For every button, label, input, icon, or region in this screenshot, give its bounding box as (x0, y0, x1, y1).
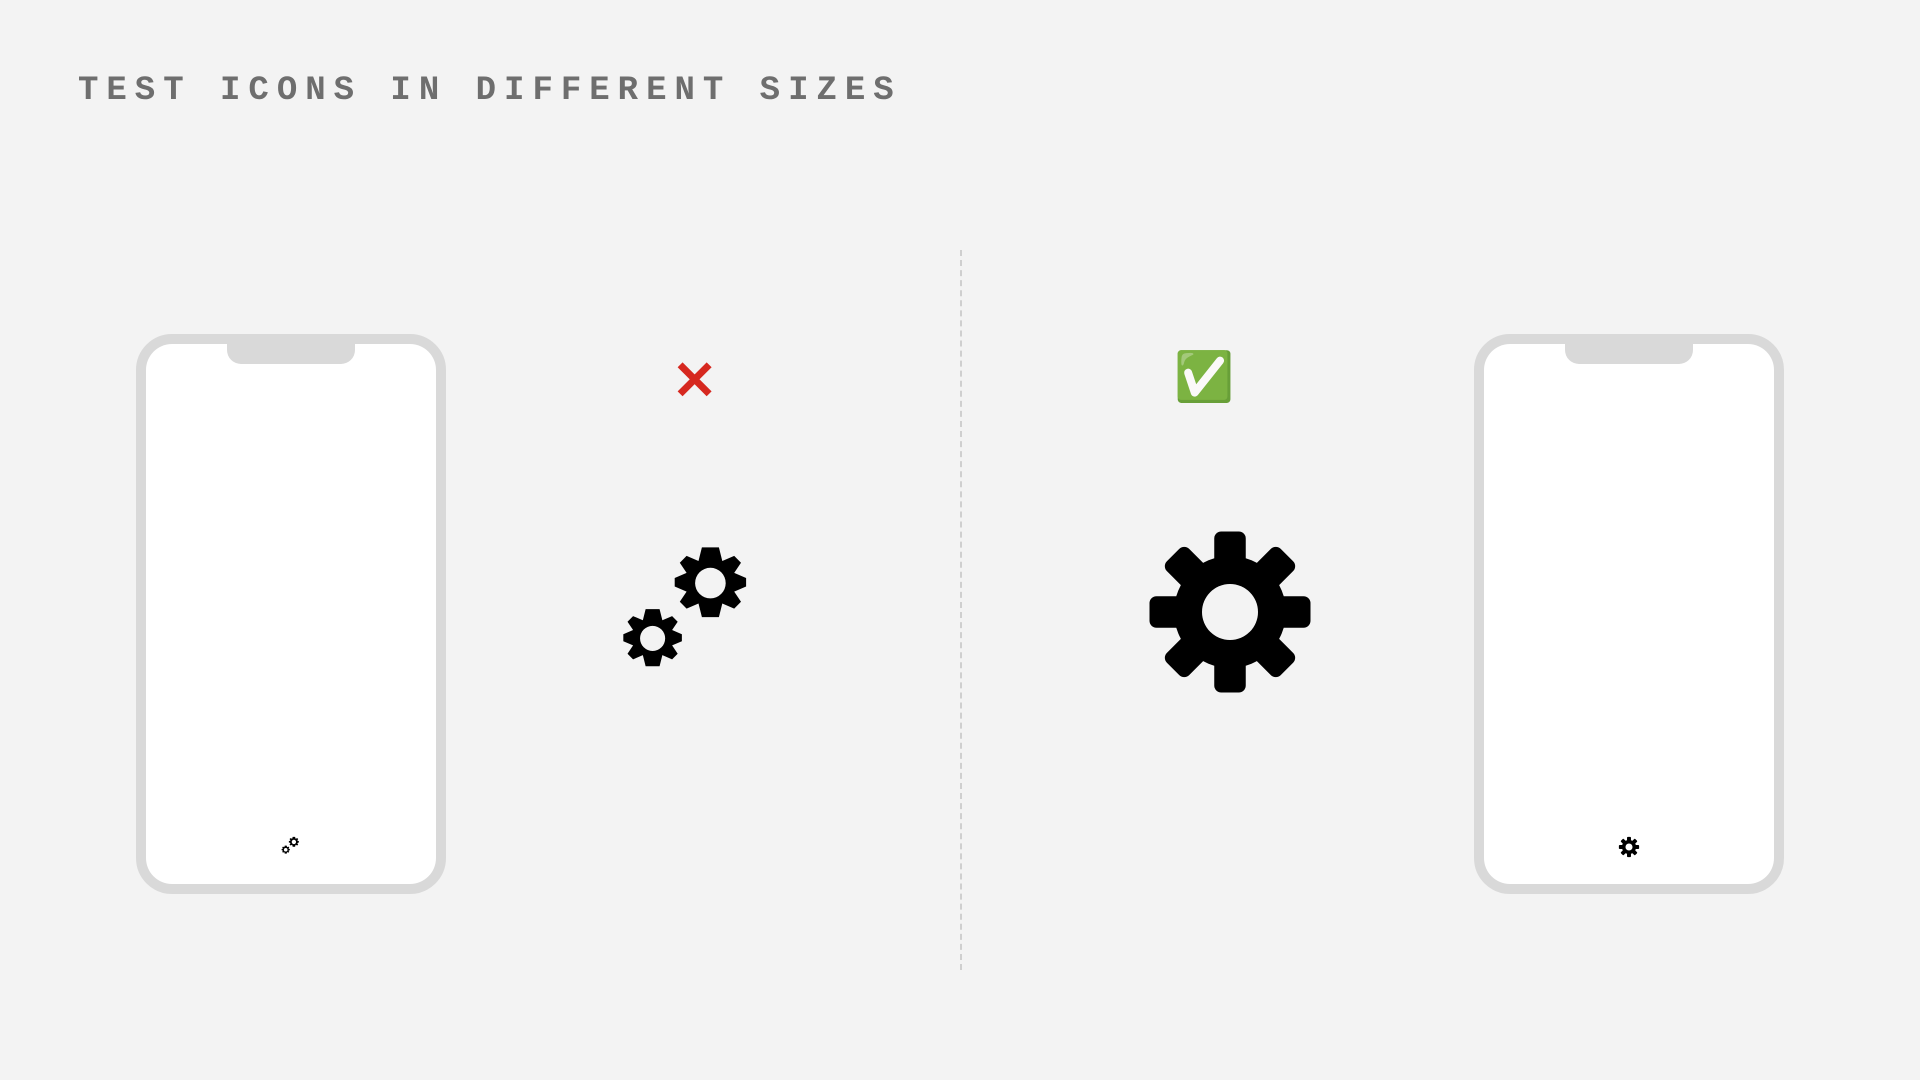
double-gear-icon (605, 527, 775, 697)
single-gear-icon (1618, 836, 1640, 858)
example-bad: ✕ (0, 330, 960, 930)
phone-screen (1484, 344, 1774, 884)
single-gear-icon (1143, 525, 1318, 700)
check-icon: ✅ (1174, 354, 1234, 402)
phone-notch (1565, 344, 1693, 364)
phone-mockup-bad (136, 334, 446, 894)
double-gear-icon (279, 834, 303, 858)
phone-notch (227, 344, 355, 364)
example-good: ✅ (960, 330, 1920, 930)
cross-icon: ✕ (672, 354, 717, 408)
page-title: TEST ICONS IN DIFFERENT SIZES (78, 72, 902, 110)
phone-mockup-good (1474, 334, 1784, 894)
phone-screen (146, 344, 436, 884)
